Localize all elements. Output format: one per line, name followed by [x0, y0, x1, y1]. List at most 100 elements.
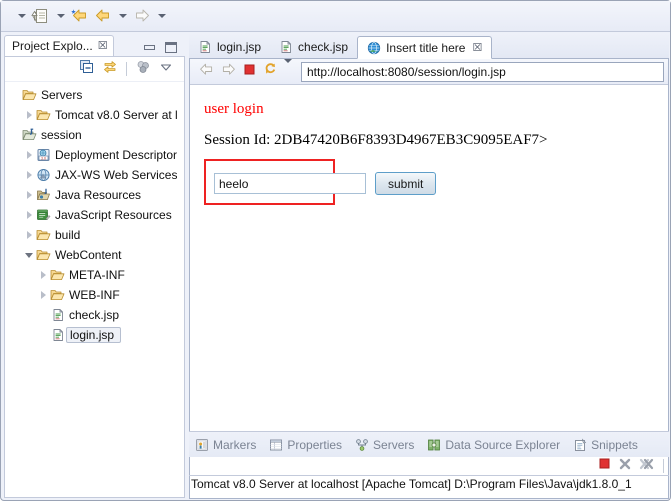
tree-item-meta-inf[interactable]: META-INF	[5, 265, 184, 285]
back-arrow-icon[interactable]	[93, 5, 113, 27]
remove-launch-glyph	[618, 457, 632, 471]
maximize-icon[interactable]	[165, 42, 177, 53]
bottom-tab-properties[interactable]: Properties	[269, 438, 342, 452]
tree-item-servers[interactable]: Servers	[5, 85, 184, 105]
properties-icon	[269, 438, 283, 452]
focus-on-active-task-icon[interactable]	[135, 59, 151, 80]
console-launch-label: Tomcat v8.0 Server at localhost [Apache …	[189, 477, 669, 491]
tree-item-label: WebContent	[52, 248, 122, 262]
tree-item-build[interactable]: build	[5, 225, 184, 245]
login-input[interactable]: heelo	[214, 173, 366, 194]
folder-open-icon	[35, 228, 52, 242]
submit-button[interactable]: submit	[375, 172, 436, 195]
stop-icon[interactable]	[242, 62, 257, 82]
editor-tab-login-jsp[interactable]: login.jsp	[189, 35, 270, 58]
servers-icon	[355, 438, 369, 452]
remove-all-terminated-icon[interactable]	[639, 457, 655, 476]
forward-arrow-glyph	[132, 6, 152, 26]
bottom-tab-label: Servers	[373, 438, 414, 452]
tree-item-label: Java Resources	[52, 188, 141, 202]
caret-down-icon[interactable]	[155, 5, 168, 27]
tree-item-label: Tomcat v8.0 Server at l	[52, 108, 178, 122]
bottom-tab-label: Markers	[213, 438, 256, 452]
console-controls	[598, 457, 665, 475]
tree-item-login-jsp[interactable]: login.jsp	[5, 325, 184, 345]
back-icon[interactable]	[198, 61, 215, 83]
chevron-right-icon[interactable]	[37, 291, 49, 299]
back-glyph	[198, 61, 215, 78]
jsp-file-icon	[49, 308, 66, 322]
tree-item-label: JavaScript Resources	[52, 208, 172, 222]
collapse-all-icon[interactable]	[79, 59, 95, 80]
remove-launch-icon[interactable]	[618, 457, 632, 476]
close-icon[interactable]: ☒	[98, 41, 108, 52]
project-explorer-view: Project Explo... ☒	[4, 34, 185, 498]
terminate-icon[interactable]	[598, 457, 611, 475]
editor-tab-insert-title-here[interactable]: Insert title here☒	[357, 36, 492, 59]
java-resources-icon	[35, 188, 52, 202]
tree-item-jax-ws-web-services[interactable]: JAX-WS Web Services	[5, 165, 184, 185]
jsp-file-icon	[49, 328, 66, 342]
minimize-icon[interactable]	[144, 45, 155, 50]
view-menu-icon[interactable]	[158, 59, 174, 80]
browser-toolbar: http://localhost:8080/session/login.jsp	[190, 59, 668, 85]
chevron-right-icon[interactable]	[23, 171, 35, 179]
chevron-right-icon[interactable]	[23, 231, 35, 239]
deployment-descriptor-icon: 3.0	[35, 148, 52, 162]
stop-glyph	[242, 62, 257, 77]
tree-item-java-resources[interactable]: Java Resources	[5, 185, 184, 205]
tree-item-session[interactable]: session	[5, 125, 184, 145]
page-heading: user login	[204, 101, 668, 118]
tree-item-check-jsp[interactable]: check.jsp	[5, 305, 184, 325]
jaxws-icon	[35, 168, 52, 182]
link-with-editor-icon[interactable]	[102, 59, 118, 80]
editor-tabrow: login.jsp check.jspInsert title here☒	[189, 34, 669, 59]
tree-item-tomcat-v8-0-server-at-l[interactable]: Tomcat v8.0 Server at l	[5, 105, 184, 125]
chevron-right-icon[interactable]	[23, 111, 35, 119]
chevron-right-icon[interactable]	[37, 271, 49, 279]
data-source-explorer-icon	[427, 438, 441, 452]
chevron-right-icon[interactable]	[23, 151, 35, 159]
snippets-icon	[573, 438, 587, 452]
tab-project-explorer[interactable]: Project Explo... ☒	[4, 35, 114, 56]
main-toolbar	[1, 1, 670, 32]
bottom-tab-markers[interactable]: Markers	[195, 438, 256, 452]
editor-tab-check-jsp[interactable]: check.jsp	[270, 35, 357, 58]
tree-item-label: Servers	[38, 88, 82, 102]
folder-open-icon	[49, 288, 66, 302]
forward-arrow-icon[interactable]	[132, 5, 152, 27]
chevron-right-icon[interactable]	[23, 211, 35, 219]
link-with-editor-glyph	[102, 59, 118, 75]
tree-item-javascript-resources[interactable]: JavaScript Resources	[5, 205, 184, 225]
tree-item-deployment-descriptor[interactable]: 3.0Deployment Descriptor	[5, 145, 184, 165]
web-browser-globe-icon	[367, 41, 381, 55]
tree-item-web-inf[interactable]: WEB-INF	[5, 285, 184, 305]
new-file-icon[interactable]	[31, 5, 51, 27]
tree-item-label: Deployment Descriptor	[52, 148, 177, 162]
url-input[interactable]: http://localhost:8080/session/login.jsp	[301, 62, 664, 82]
project-tree[interactable]: ServersTomcat v8.0 Server at lsession3.0…	[5, 82, 184, 345]
bottom-tab-label: Snippets	[591, 438, 638, 452]
folder-open-icon	[35, 248, 52, 262]
refresh-icon[interactable]	[262, 61, 279, 83]
caret-down-icon[interactable]	[54, 5, 67, 27]
chevron-right-icon[interactable]	[23, 191, 35, 199]
bottom-tab-servers[interactable]: Servers	[355, 438, 414, 452]
close-icon[interactable]: ☒	[472, 41, 482, 54]
console-divider	[189, 475, 669, 476]
collapse-all-glyph	[79, 59, 95, 75]
tree-item-label: login.jsp	[66, 327, 121, 343]
caret-down-icon[interactable]	[15, 5, 28, 27]
tree-item-webcontent[interactable]: WebContent	[5, 245, 184, 265]
back-arrow-star-icon[interactable]	[70, 5, 90, 27]
caret-down-icon[interactable]	[116, 5, 129, 27]
caret-down-icon[interactable]	[284, 63, 292, 81]
bottom-tab-snippets[interactable]: Snippets	[573, 438, 638, 452]
bottom-tab-data-source-explorer[interactable]: Data Source Explorer	[427, 438, 560, 452]
editor-tab-label: login.jsp	[217, 40, 261, 54]
forward-icon[interactable]	[220, 61, 237, 83]
eclipse-ide-window: Project Explo... ☒	[0, 0, 671, 501]
chevron-down-icon[interactable]	[23, 253, 35, 258]
project-explorer-body: ServersTomcat v8.0 Server at lsession3.0…	[4, 56, 185, 498]
tree-item-label: build	[52, 228, 80, 242]
